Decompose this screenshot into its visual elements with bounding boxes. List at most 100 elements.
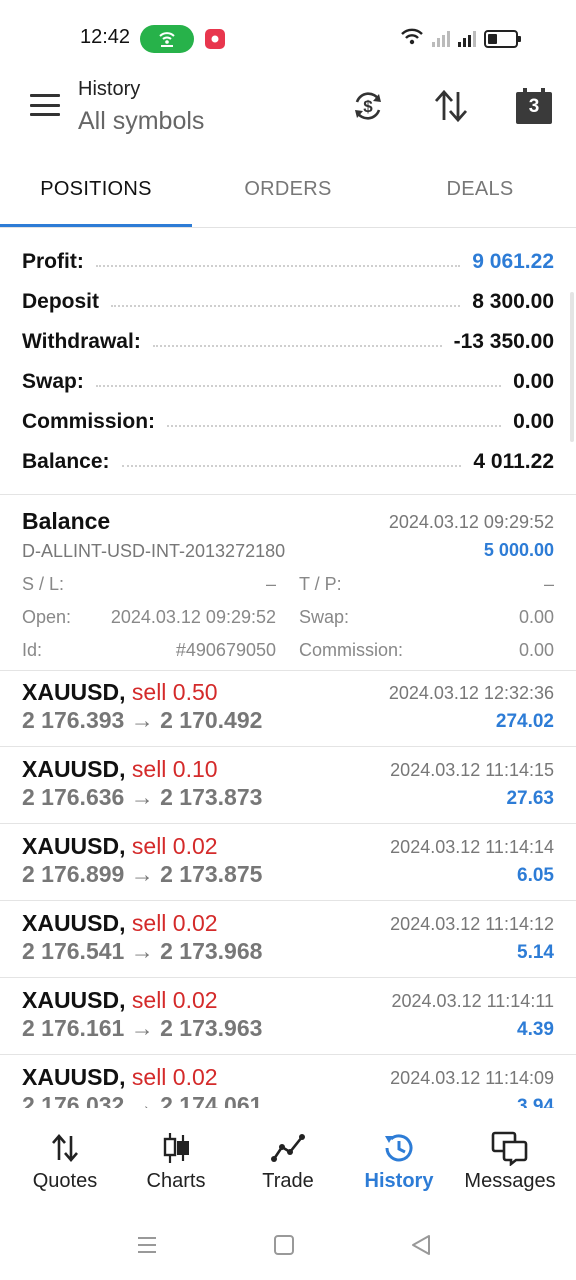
nav-label: Charts bbox=[146, 1170, 206, 1192]
status-icons bbox=[400, 26, 521, 52]
nav-label: History bbox=[364, 1170, 434, 1192]
tab-orders[interactable]: ORDERS bbox=[192, 178, 384, 226]
deal-prices: 2 176.161 → 2 173.963 bbox=[22, 1015, 263, 1041]
deal-symbol: XAUUSD, sell 0.02 bbox=[22, 833, 218, 859]
wifi-icon bbox=[400, 28, 424, 51]
swap-value: 0.00 bbox=[518, 607, 554, 627]
balance-record-title: Balance bbox=[22, 508, 111, 534]
deal-symbol: XAUUSD, sell 0.02 bbox=[22, 1064, 218, 1090]
tp-value: – bbox=[543, 574, 554, 594]
nav-trade[interactable]: Trade bbox=[233, 1130, 343, 1200]
summary-value: 0.00 bbox=[513, 410, 554, 433]
balance-record-account: D-ALLINT-USD-INT-2013272180 bbox=[22, 541, 286, 561]
deal-profit: 274.02 bbox=[495, 711, 554, 732]
deal-side: sell 0.02 bbox=[131, 910, 218, 936]
deal-time: 2024.03.12 11:14:15 bbox=[390, 760, 554, 780]
deal-symbol: XAUUSD, sell 0.10 bbox=[22, 756, 218, 782]
page-title: History bbox=[78, 78, 141, 100]
summary-label: Profit: bbox=[22, 250, 84, 273]
deal-time: 2024.03.12 11:14:12 bbox=[390, 914, 554, 934]
currency-sync-icon[interactable]: $ bbox=[348, 86, 388, 126]
summary-label: Balance: bbox=[22, 450, 110, 473]
deal-profit: 5.14 bbox=[517, 942, 554, 963]
deal-profit: 6.05 bbox=[517, 865, 554, 886]
deal-row[interactable]: XAUUSD, sell 0.50 2 176.393 → 2 170.492 … bbox=[0, 671, 576, 747]
id-label: Id: bbox=[22, 640, 43, 660]
commission-label: Commission: bbox=[299, 640, 404, 660]
summary-row-profit: Profit: 9 061.22 bbox=[22, 247, 554, 277]
summary-label: Deposit bbox=[22, 290, 100, 313]
tab-positions[interactable]: POSITIONS bbox=[0, 178, 192, 226]
nav-history[interactable]: History bbox=[344, 1130, 454, 1200]
summary-value: 0.00 bbox=[513, 370, 554, 393]
charts-icon bbox=[121, 1130, 231, 1166]
deal-symbol: XAUUSD, sell 0.02 bbox=[22, 987, 218, 1013]
deal-side: sell 0.10 bbox=[131, 756, 218, 782]
scrollbar[interactable] bbox=[570, 292, 574, 442]
screen-record-icon bbox=[205, 29, 225, 49]
summary-value: 4 011.22 bbox=[473, 450, 554, 473]
menu-icon[interactable] bbox=[30, 94, 60, 116]
battery-icon bbox=[484, 30, 521, 48]
summary-value: -13 350.00 bbox=[453, 330, 554, 353]
nav-label: Messages bbox=[464, 1170, 556, 1192]
deal-prices: 2 176.393 → 2 170.492 bbox=[22, 707, 263, 733]
signal-icon bbox=[432, 31, 450, 47]
sl-value: – bbox=[265, 574, 276, 594]
deal-prices: 2 176.636 → 2 173.873 bbox=[22, 784, 263, 810]
deal-prices: 2 176.541 → 2 173.968 bbox=[22, 938, 263, 964]
sort-icon[interactable] bbox=[431, 86, 471, 126]
deal-time: 2024.03.12 12:32:36 bbox=[388, 683, 554, 703]
balance-record-amount: 5 000.00 bbox=[483, 540, 554, 560]
deal-row[interactable]: XAUUSD, sell 0.02 2 176.899 → 2 173.875 … bbox=[0, 825, 576, 901]
summary-value: 8 300.00 bbox=[472, 290, 554, 313]
sl-label: S / L: bbox=[22, 574, 65, 594]
commission-value: 0.00 bbox=[518, 640, 554, 660]
hotspot-icon bbox=[140, 25, 194, 53]
back-icon[interactable] bbox=[406, 1232, 436, 1258]
trade-icon bbox=[233, 1130, 343, 1166]
summary-row-withdrawal: Withdrawal: -13 350.00 bbox=[22, 327, 554, 357]
calendar-day-label: 3 bbox=[528, 96, 540, 117]
deal-time: 2024.03.12 11:14:11 bbox=[391, 991, 554, 1011]
nav-label: Trade bbox=[262, 1170, 314, 1192]
balance-record-time: 2024.03.12 09:29:52 bbox=[388, 512, 554, 532]
quotes-icon bbox=[10, 1130, 120, 1166]
messages-icon bbox=[455, 1130, 565, 1166]
deal-profit: 27.63 bbox=[506, 788, 554, 809]
deal-prices: 2 176.899 → 2 173.875 bbox=[22, 861, 263, 887]
recents-icon[interactable] bbox=[132, 1232, 162, 1258]
summary-label: Withdrawal: bbox=[22, 330, 141, 353]
tp-label: T / P: bbox=[299, 574, 342, 594]
tabs-divider bbox=[0, 227, 576, 228]
history-icon bbox=[344, 1130, 454, 1166]
summary-label: Commission: bbox=[22, 410, 156, 433]
deal-side: sell 0.02 bbox=[131, 987, 218, 1013]
summary-value: 9 061.22 bbox=[472, 250, 554, 273]
home-icon[interactable] bbox=[269, 1232, 299, 1258]
open-value: 2024.03.12 09:29:52 bbox=[110, 607, 276, 627]
symbol-filter[interactable]: All symbols bbox=[78, 107, 204, 136]
calendar-icon[interactable]: 3 bbox=[512, 86, 556, 126]
summary-row-deposit: Deposit 8 300.00 bbox=[22, 287, 554, 317]
deal-side: sell 0.50 bbox=[131, 679, 218, 705]
deal-row[interactable]: XAUUSD, sell 0.02 2 176.541 → 2 173.968 … bbox=[0, 902, 576, 978]
nav-label: Quotes bbox=[32, 1170, 98, 1192]
deal-profit: 4.39 bbox=[517, 1019, 554, 1040]
deal-symbol: XAUUSD, sell 0.02 bbox=[22, 910, 218, 936]
deal-symbol: XAUUSD, sell 0.50 bbox=[22, 679, 218, 705]
deal-row[interactable]: XAUUSD, sell 0.02 2 176.161 → 2 173.963 … bbox=[0, 979, 576, 1055]
open-label: Open: bbox=[22, 607, 72, 627]
status-time: 12:42 bbox=[80, 26, 131, 48]
id-value: #490679050 bbox=[175, 640, 276, 660]
summary-row-swap: Swap: 0.00 bbox=[22, 367, 554, 397]
signal-icon bbox=[458, 31, 476, 47]
deal-side: sell 0.02 bbox=[131, 1064, 218, 1090]
summary-row-balance: Balance: 4 011.22 bbox=[22, 447, 554, 477]
tab-deals[interactable]: DEALS bbox=[384, 178, 576, 226]
nav-quotes[interactable]: Quotes bbox=[10, 1130, 120, 1200]
deal-side: sell 0.02 bbox=[131, 833, 218, 859]
deal-row[interactable]: XAUUSD, sell 0.10 2 176.636 → 2 173.873 … bbox=[0, 748, 576, 824]
nav-charts[interactable]: Charts bbox=[121, 1130, 231, 1200]
nav-messages[interactable]: Messages bbox=[455, 1130, 565, 1200]
